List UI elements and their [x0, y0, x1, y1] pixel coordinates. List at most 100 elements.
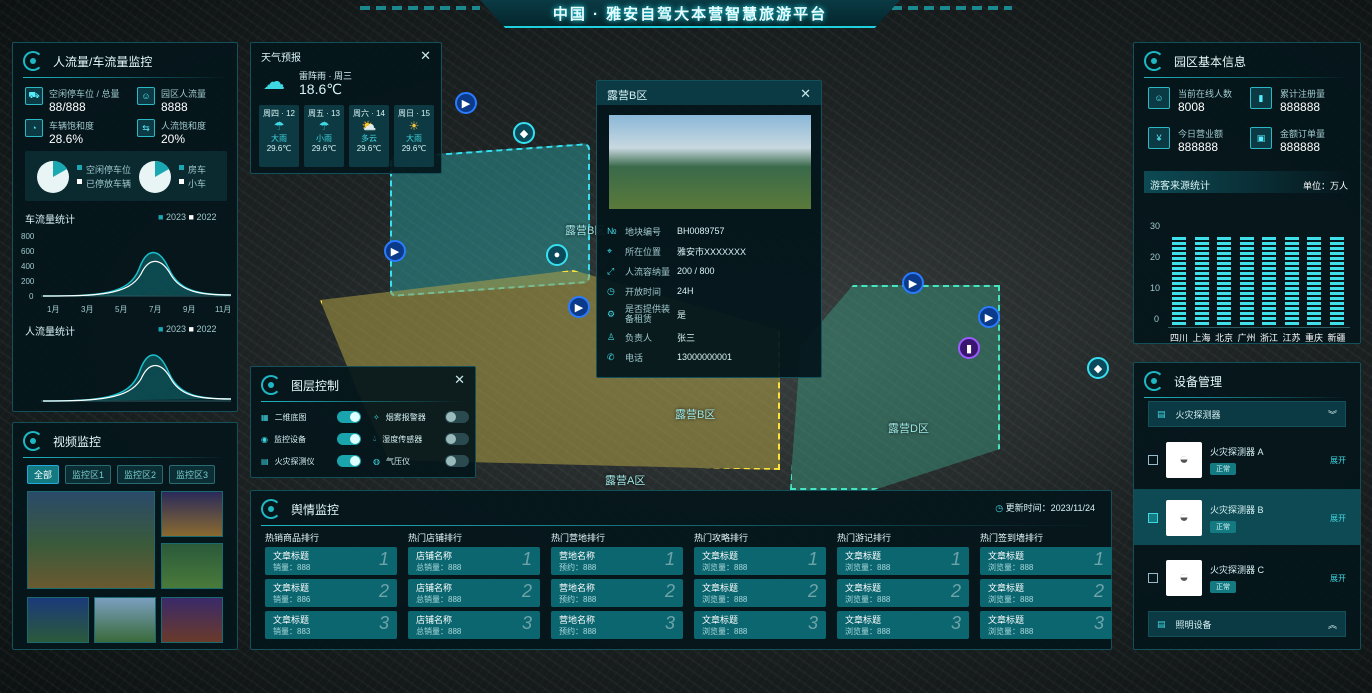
ranking-number: 3: [378, 613, 389, 633]
order-icon: ▣: [1250, 127, 1272, 149]
toggle-switch[interactable]: [337, 433, 361, 445]
close-icon[interactable]: ✕: [420, 48, 431, 64]
close-icon[interactable]: ✕: [800, 86, 811, 102]
expand-link[interactable]: 展开: [1330, 455, 1346, 466]
checkbox[interactable]: [1148, 513, 1158, 523]
camera-pin-icon[interactable]: ▶: [978, 306, 1000, 328]
video-feed-main[interactable]: [27, 491, 155, 589]
toggle-switch[interactable]: [445, 433, 469, 445]
cloudy-icon: ⛅: [361, 119, 377, 133]
ranking-card[interactable]: 文章标题 销量：883 3: [265, 611, 397, 639]
user-icon: ☺: [1148, 87, 1170, 109]
bar[interactable]: [1284, 237, 1299, 327]
weather-title: 天气预报: [261, 53, 301, 64]
ranking-card[interactable]: 文章标题 浏览量：888 2: [694, 579, 826, 607]
device-panel: 设备管理 ▤ 火灾探测器 ︾ ◒ 火灾探测器 A 正常 展开 ◒ 火灾探测器 B 正常 展开 ◒…: [1133, 362, 1361, 650]
ranking-card[interactable]: 文章标题 浏览量：888 2: [980, 579, 1112, 607]
expand-link[interactable]: 展开: [1330, 573, 1346, 584]
camera-pin-icon[interactable]: ▶: [568, 296, 590, 318]
ranking-card[interactable]: 文章标题 浏览量：888 3: [837, 611, 969, 639]
ranking-card[interactable]: 店铺名称 总销量：888 1: [408, 547, 540, 575]
field-value: 是: [677, 309, 687, 320]
ranking-card[interactable]: 文章标题 浏览量：888 3: [694, 611, 826, 639]
pie-charts: [37, 160, 184, 193]
video-feed[interactable]: [161, 597, 223, 643]
ranking-card[interactable]: 营地名称 预约：888 3: [551, 611, 683, 639]
checkbox[interactable]: [1148, 455, 1158, 465]
id-icon: №: [607, 226, 617, 236]
bar[interactable]: [1262, 237, 1276, 327]
tab-zone2[interactable]: 监控区2: [117, 465, 164, 484]
toggle-switch[interactable]: [337, 455, 361, 467]
ranking-card[interactable]: 文章标题 浏览量：888 1: [980, 547, 1112, 575]
coin-icon: ¥: [1148, 127, 1170, 149]
bar[interactable]: [1217, 237, 1231, 327]
video-feed[interactable]: [94, 597, 156, 643]
ranking-number: 2: [378, 581, 389, 601]
sensor-pin-icon[interactable]: ◆: [513, 122, 535, 144]
ranking-card[interactable]: 店铺名称 总销量：888 3: [408, 611, 540, 639]
ranking-card[interactable]: 文章标题 浏览量：888 1: [837, 547, 969, 575]
layer-item: ▤ 火灾探测仪: [261, 455, 361, 467]
video-feed[interactable]: [27, 597, 89, 643]
ranking-sub: 浏览量：888: [702, 627, 748, 636]
ranking-card[interactable]: 店铺名称 总销量：888 2: [408, 579, 540, 607]
ranking-card[interactable]: 文章标题 浏览量：888 1: [694, 547, 826, 575]
clock-icon: ◷: [995, 503, 1004, 513]
stat-label: 园区人流量: [161, 89, 207, 99]
ranking-card[interactable]: 营地名称 预约：888 1: [551, 547, 683, 575]
field-label: 是否提供装备租赁: [625, 304, 671, 324]
tab-zone3[interactable]: 监控区3: [169, 465, 216, 484]
bar[interactable]: [1307, 237, 1321, 327]
device-title: 设备管理: [1174, 374, 1223, 389]
field-value: 张三: [677, 332, 696, 343]
device-row[interactable]: ◒ 火灾探测器 C 正常 展开: [1148, 553, 1346, 603]
ranking-number: 2: [664, 581, 675, 601]
checkbox[interactable]: [1148, 573, 1158, 583]
bar[interactable]: [1172, 237, 1186, 327]
chart-legend: ■ 2023 ■ 2022: [158, 324, 217, 334]
toggle-switch[interactable]: [445, 411, 469, 423]
group-lighting[interactable]: ▤ 照明设备 ︽: [1148, 611, 1346, 637]
tab-all[interactable]: 全部: [27, 465, 60, 484]
humidity-pin-icon[interactable]: ●: [546, 244, 568, 266]
bar[interactable]: [1194, 237, 1209, 327]
camera-pin-icon[interactable]: ▶: [384, 240, 406, 262]
ranking-title: 营地名称: [559, 551, 596, 561]
expand-link[interactable]: 展开: [1330, 513, 1346, 524]
video-panel: 视频监控 全部 监控区1 监控区2 监控区3: [12, 422, 238, 650]
camera-pin-icon[interactable]: ▶: [902, 272, 924, 294]
sensor-pin-icon[interactable]: ◆: [1087, 357, 1109, 379]
ranking-card[interactable]: 文章标题 销量：888 1: [265, 547, 397, 575]
ranking-card[interactable]: 文章标题 浏览量：888 3: [980, 611, 1112, 639]
device-row[interactable]: ◒ 火灾探测器 A 正常 展开: [1148, 435, 1346, 485]
thermometer-pin-icon[interactable]: ▮: [958, 337, 980, 359]
video-feed[interactable]: [161, 491, 223, 537]
camera-pin-icon[interactable]: ▶: [455, 92, 477, 114]
close-icon[interactable]: ✕: [454, 372, 465, 388]
detector-icon: ◒: [1166, 560, 1202, 596]
ranking-title: 店铺名称: [416, 551, 453, 561]
tab-zone1[interactable]: 监控区1: [65, 465, 112, 484]
video-feed[interactable]: [161, 543, 223, 589]
ranking-sub: 浏览量：888: [988, 595, 1034, 604]
device-row[interactable]: ◒ 火灾探测器 B 正常 展开: [1148, 493, 1346, 543]
ranking-card[interactable]: 文章标题 销量：886 2: [265, 579, 397, 607]
ranking-title: 店铺名称: [416, 583, 453, 593]
toggle-switch[interactable]: [445, 455, 469, 467]
bar[interactable]: [1329, 237, 1344, 327]
ranking-title: 文章标题: [702, 583, 739, 593]
bar[interactable]: [1239, 237, 1254, 327]
toggle-switch[interactable]: [337, 411, 361, 423]
ranking-column-title: 热门签到墙排行: [980, 533, 1044, 543]
x-tick-label: 上海: [1192, 333, 1211, 343]
group-fire-detectors[interactable]: ▤ 火灾探测器 ︾: [1148, 401, 1346, 427]
ranking-card[interactable]: 文章标题 浏览量：888 2: [837, 579, 969, 607]
field-value: 雅安市XXXXXXX: [677, 246, 747, 257]
ranking-card[interactable]: 营地名称 预约：888 2: [551, 579, 683, 607]
field-label: 开放时间: [625, 286, 662, 297]
stats-icon: ▮: [1250, 87, 1272, 109]
field-label: 人流容纳量: [625, 266, 671, 277]
stat-online: ☺ 当前在线人数 8008: [1148, 87, 1232, 114]
forecast-date: 周日 · 15: [397, 109, 430, 118]
